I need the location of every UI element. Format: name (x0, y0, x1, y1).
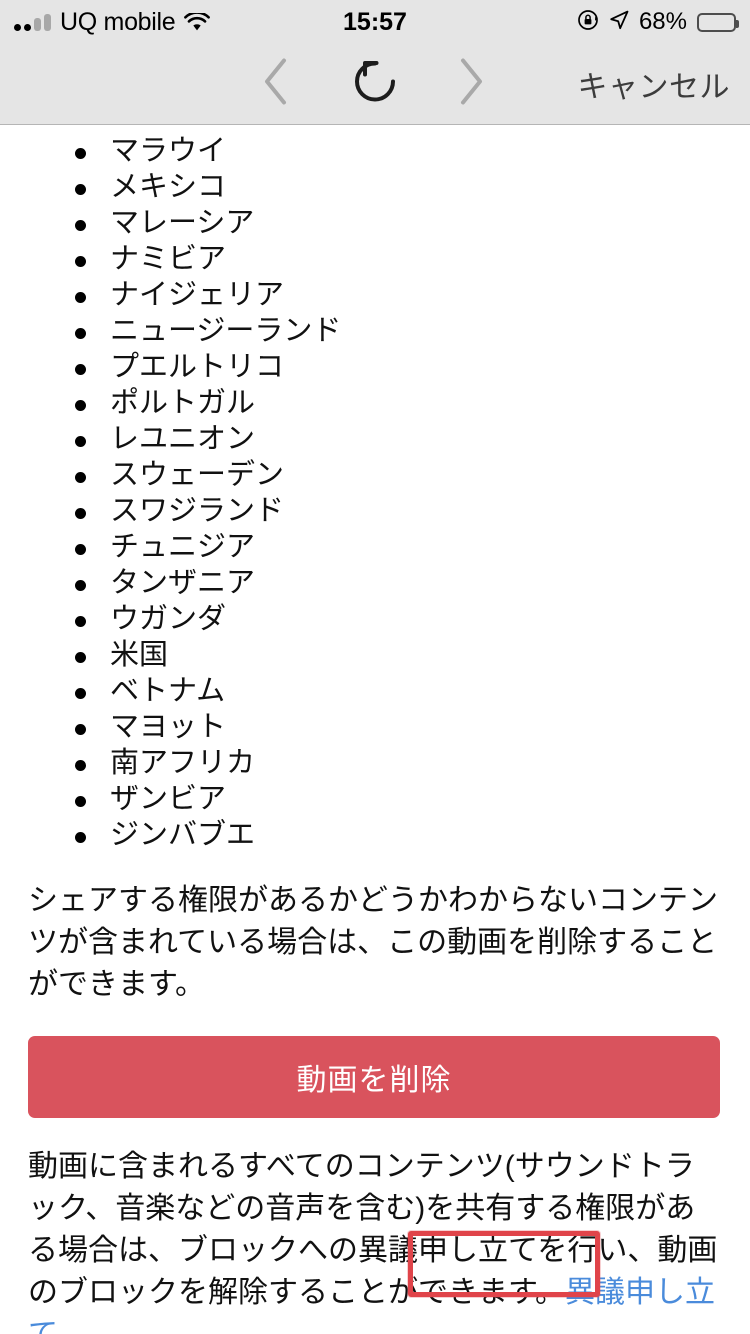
clock-label: 15:57 (343, 7, 407, 36)
phone-screen: UQ mobile 15:57 68% キャンセル マラウイ メキシコ マレーシ… (0, 0, 750, 1334)
delete-video-button[interactable]: 動画を削除 (28, 1036, 720, 1118)
country-list-item: タンザニア (0, 565, 750, 601)
appeal-paragraph: 動画に含まれるすべてのコンテンツ(サウンドトラック、音楽などの音声を含む)を共有… (0, 1146, 750, 1334)
country-list-item: ベトナム (0, 673, 750, 709)
battery-icon (697, 12, 739, 32)
status-bar: UQ mobile 15:57 68% (0, 0, 750, 44)
rotation-lock-icon (577, 9, 599, 36)
signal-bars-icon (14, 13, 51, 31)
country-list-item: スワジランド (0, 493, 750, 529)
battery-percent-label: 68% (638, 8, 687, 35)
status-bar-right: 68% (577, 8, 739, 36)
country-list-item: スウェーデン (0, 457, 750, 493)
country-list: マラウイ メキシコ マレーシア ナミビア ナイジェリア ニュージーランド プエルトリコ ポルト… (0, 125, 750, 853)
country-list-item: ニュージーランド (0, 313, 750, 349)
cancel-button[interactable]: キャンセル (578, 62, 731, 106)
share-permission-paragraph: シェアする権限があるかどうかわからないコンテンツが含まれている場合は、この動画を… (28, 884, 718, 1001)
country-list-item: ジンバブエ (0, 817, 750, 853)
forward-button[interactable] (455, 56, 489, 113)
status-bar-left: UQ mobile (14, 7, 211, 37)
carrier-label: UQ mobile (60, 7, 176, 36)
country-list-item: マラウイ (0, 133, 750, 169)
back-button[interactable] (258, 56, 292, 113)
country-list-item: レユニオン (0, 421, 750, 457)
country-list-item: ナイジェリア (0, 277, 750, 313)
country-list-item: プエルトリコ (0, 349, 750, 385)
reload-button[interactable] (345, 52, 405, 117)
country-list-item: 米国 (0, 637, 750, 673)
location-arrow-icon (609, 10, 629, 35)
country-list-item: ウガンダ (0, 601, 750, 637)
country-list-item: メキシコ (0, 169, 750, 205)
country-list-item: マヨット (0, 709, 750, 745)
country-list-item: ザンビア (0, 781, 750, 817)
country-list-item: マレーシア (0, 205, 750, 241)
wifi-icon (184, 10, 211, 32)
page-content: マラウイ メキシコ マレーシア ナミビア ナイジェリア ニュージーランド プエルトリコ ポルト… (0, 125, 750, 1334)
country-list-item: チュニジア (0, 529, 750, 565)
country-list-item: ポルトガル (0, 385, 750, 421)
browser-toolbar: キャンセル (0, 44, 750, 125)
country-list-item: ナミビア (0, 241, 750, 277)
country-list-item: 南アフリカ (0, 745, 750, 781)
